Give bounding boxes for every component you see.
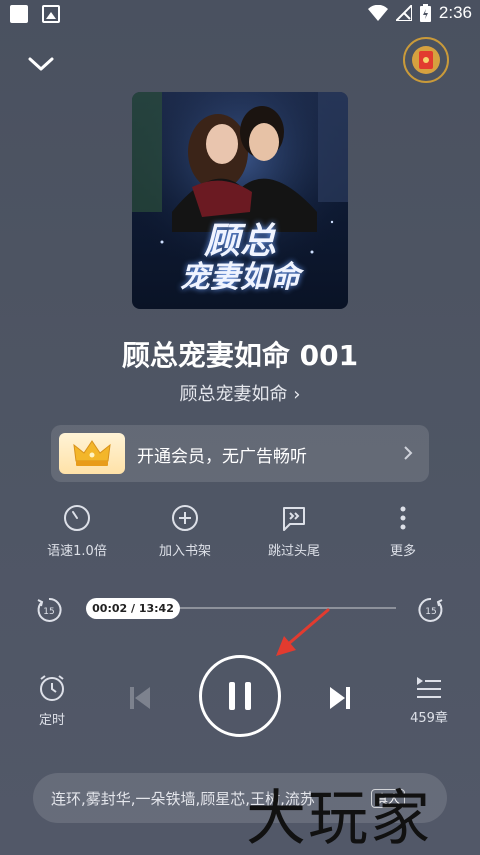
chapters-label: 459章 [410,711,448,726]
cover-title-line2: 宠妻如命 [180,260,300,295]
battery-icon [419,4,431,22]
forward-15-icon: 15 [418,597,443,622]
speed-button[interactable]: 语速1.0倍 [27,500,127,559]
timer-label: 定时 [38,713,65,728]
notification-square-icon [10,5,28,23]
watermark: 大玩家 [246,784,432,854]
next-button[interactable] [328,685,352,715]
add-to-shelf-button[interactable]: 加入书架 [135,500,235,559]
clock: 2:36 [438,3,472,22]
vip-banner[interactable]: 开通会员，无广告畅听 [51,425,429,482]
progress-area: 15 00:02 / 13:42 15 [0,592,480,624]
chevron-right-icon: › [293,384,301,405]
action-row: 语速1.0倍 加入书架 跳过头尾 更多 [0,500,480,560]
crown-icon [73,439,111,466]
book-cover[interactable]: 顾总 宠妻如命 [132,92,348,309]
red-packet-button[interactable] [403,37,449,83]
previous-button[interactable] [128,685,152,715]
skip-next-icon [330,687,350,709]
more-button[interactable]: 更多 [353,500,453,559]
chevron-right-icon [404,446,413,460]
add-circle-icon [172,505,198,531]
skip-back-seconds: 15 [43,607,54,617]
alarm-clock-icon [40,675,64,701]
vip-text: 开通会员，无广告畅听 [137,447,307,467]
rewind-15-icon: 15 [37,597,62,622]
skip-intro-button[interactable]: 跳过头尾 [244,500,344,559]
speed-label: 语速1.0倍 [47,544,107,559]
sleep-timer-button[interactable]: 定时 [30,673,74,728]
signal-icon [395,5,412,21]
playlist-icon [417,677,441,698]
chapter-list-button[interactable]: 459章 [404,675,454,726]
skip-back-button[interactable]: 15 [35,596,63,628]
wifi-icon [367,5,388,21]
playback-controls: 定时 459章 [0,655,480,745]
red-envelope-icon [412,46,440,74]
time-display[interactable]: 00:02 / 13:42 [86,598,180,619]
pause-button[interactable] [199,655,281,737]
skip-intro-label: 跳过头尾 [267,544,320,559]
speed-gauge-icon [64,505,90,531]
more-label: 更多 [389,544,416,559]
skip-forward-button[interactable]: 15 [417,596,445,628]
pause-icon [229,682,235,710]
book-name-link[interactable]: 顾总宠妻如命 › [0,380,480,406]
more-vertical-icon [400,506,406,530]
add-to-shelf-label: 加入书架 [158,544,211,559]
episode-title: 顾总宠妻如命 001 [121,339,359,372]
arrow-annotation-icon [276,608,330,656]
chevron-down-icon [28,57,54,71]
gallery-icon [42,5,60,23]
crown-badge [59,433,125,474]
skip-forward-seconds: 15 [425,607,436,617]
skip-intro-icon [283,507,305,531]
book-name: 顾总宠妻如命 [179,384,288,405]
skip-previous-icon [130,687,150,709]
status-bar: 2:36 [0,0,480,28]
collapse-button[interactable] [24,50,58,80]
